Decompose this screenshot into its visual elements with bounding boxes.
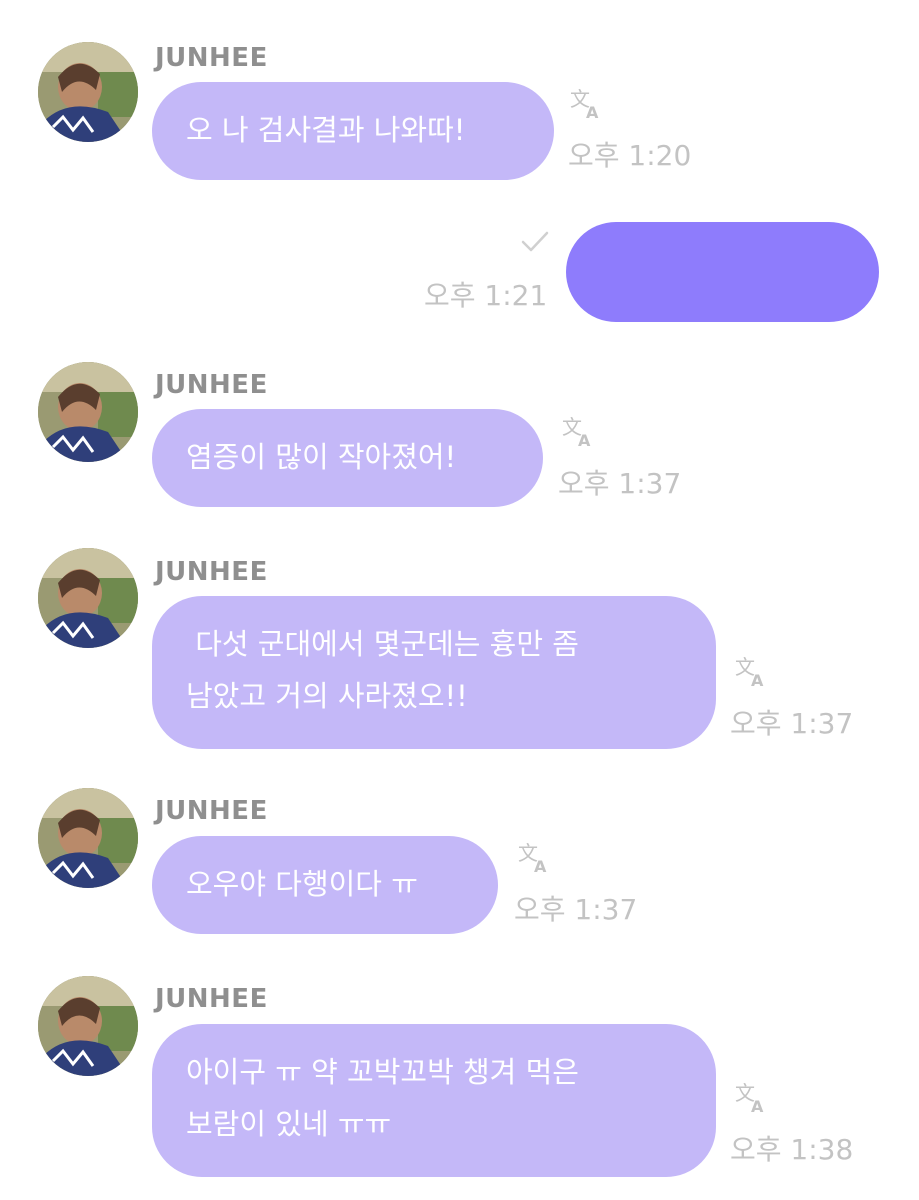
- sender-name: JUNHEE: [155, 796, 268, 826]
- message-timestamp: 오후 1:37: [514, 893, 638, 926]
- avatar[interactable]: [38, 788, 138, 888]
- message-timestamp: 오후 1:37: [558, 467, 682, 500]
- message-bubble[interactable]: 다섯 군대에서 몇군데는 흉만 좀 남았고 거의 사라졌오!!: [152, 596, 716, 749]
- sender-name: JUNHEE: [155, 43, 268, 73]
- translate-icon[interactable]: 文A: [733, 654, 769, 690]
- translate-icon[interactable]: 文A: [560, 414, 596, 450]
- message-bubble[interactable]: 염증이 많이 작아졌어!: [152, 409, 543, 507]
- avatar-photo: [38, 548, 138, 648]
- message-timestamp: 오후 1:20: [568, 139, 692, 172]
- message-timestamp: 오후 1:38: [730, 1133, 854, 1166]
- message-bubble[interactable]: 오 나 검사결과 나와따!: [152, 82, 554, 180]
- avatar-photo: [38, 976, 138, 1076]
- avatar[interactable]: [38, 362, 138, 462]
- sender-name: JUNHEE: [155, 370, 268, 400]
- svg-text:A: A: [751, 1097, 764, 1116]
- sender-name: JUNHEE: [155, 984, 268, 1014]
- translate-icon[interactable]: 文A: [568, 86, 604, 122]
- avatar-photo: [38, 362, 138, 462]
- message-bubble[interactable]: 아이구 ㅠ 약 꼬박꼬박 챙겨 먹은 보람이 있네 ㅠㅠ: [152, 1024, 716, 1177]
- avatar-photo: [38, 788, 138, 888]
- translate-icon[interactable]: 文A: [733, 1080, 769, 1116]
- avatar[interactable]: [38, 42, 138, 142]
- message-timestamp: 오후 1:37: [730, 707, 854, 740]
- sender-name: JUNHEE: [155, 557, 268, 587]
- svg-text:A: A: [586, 103, 599, 122]
- avatar[interactable]: [38, 976, 138, 1076]
- message-timestamp: 오후 1:21: [424, 279, 548, 312]
- translate-icon[interactable]: 文A: [516, 840, 552, 876]
- outgoing-message-bubble[interactable]: [566, 222, 879, 322]
- svg-text:A: A: [578, 431, 591, 450]
- message-bubble[interactable]: 오우야 다행이다 ㅠ: [152, 836, 498, 934]
- avatar-photo: [38, 42, 138, 142]
- svg-text:A: A: [534, 857, 547, 876]
- avatar[interactable]: [38, 548, 138, 648]
- svg-text:A: A: [751, 671, 764, 690]
- read-check-icon: [520, 230, 550, 254]
